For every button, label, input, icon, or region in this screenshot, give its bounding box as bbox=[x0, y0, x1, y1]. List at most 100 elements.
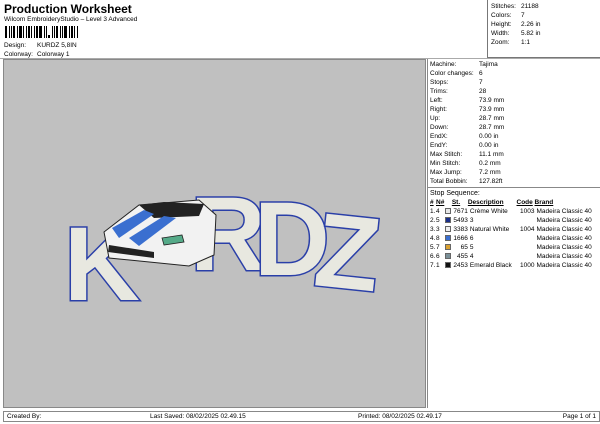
design-value: KURDZ 5,8IN bbox=[37, 42, 77, 49]
stat-value: 73.9 mm bbox=[479, 97, 505, 104]
barcode bbox=[5, 24, 97, 38]
stat-label: Up: bbox=[430, 115, 441, 122]
row-brand: Madeira Classic 40 bbox=[536, 235, 592, 242]
stat-row: Max Jump: 7.2 mm bbox=[430, 168, 600, 177]
barcode-bar bbox=[48, 35, 50, 38]
col-code: Code bbox=[516, 199, 533, 206]
stat-value: 11.1 mm bbox=[479, 151, 504, 158]
page-title: Production Worksheet bbox=[4, 2, 132, 16]
table-row: 3. 3 3383 Natural White 1004 Madeira Cla… bbox=[430, 225, 598, 234]
row-stitches: 65 bbox=[460, 244, 468, 251]
row-needle: 5 bbox=[436, 217, 440, 224]
stat-value: 127.82ft bbox=[479, 178, 503, 185]
table-row: 5. 7 65 5 Madeira Classic 40 bbox=[430, 243, 598, 252]
row-needle: 6 bbox=[436, 253, 440, 260]
row-brand: Madeira Classic 40 bbox=[536, 217, 592, 224]
row-code: 1000 bbox=[520, 262, 535, 269]
row-code bbox=[517, 234, 535, 243]
barcode-bar bbox=[69, 26, 70, 38]
color-swatch bbox=[445, 262, 452, 269]
color-swatch bbox=[445, 235, 452, 242]
col-brand: Brand bbox=[534, 199, 554, 206]
color-swatch bbox=[445, 244, 452, 251]
stat-row: Zoom: 1:1 bbox=[491, 38, 600, 47]
table-row: 2. 5 5493 3 Madeira Classic 40 bbox=[430, 216, 598, 225]
col-description: Description bbox=[467, 199, 504, 206]
col-stitches: St. bbox=[451, 199, 461, 206]
row-description: Emerald Black bbox=[469, 262, 512, 269]
row-stitches: 455 bbox=[457, 253, 468, 260]
stat-row: Total Bobbin: 127.82ft bbox=[430, 177, 600, 186]
stat-value: 1:1 bbox=[521, 39, 531, 46]
row-brand: Madeira Classic 40 bbox=[536, 253, 592, 260]
col-needle: N# bbox=[436, 199, 445, 206]
barcode-bar bbox=[71, 26, 73, 38]
letter-z: Z bbox=[310, 191, 386, 314]
stat-label: Color changes: bbox=[430, 70, 474, 77]
design-info: Design: KURDZ 5,8IN Colorway: Colorway 1 bbox=[4, 41, 77, 59]
stat-label: Total Bobbin: bbox=[430, 178, 468, 185]
stat-label: Zoom: bbox=[491, 39, 510, 46]
stat-row: Stitches: 21188 bbox=[491, 2, 600, 11]
row-brand: Madeira Classic 40 bbox=[536, 262, 592, 269]
stats-panel: Machine: Tajima Color changes: 6 Stops: 7 Trim… bbox=[427, 59, 600, 408]
stat-row: Colors: 7 bbox=[491, 11, 600, 20]
barcode-bar bbox=[60, 26, 61, 38]
last-saved: Last Saved: 08/02/2025 02.49.15 bbox=[150, 413, 246, 420]
row-description: 5 bbox=[469, 244, 474, 251]
page-number: Page 1 of 1 bbox=[562, 413, 596, 420]
stat-label: Left: bbox=[430, 97, 443, 104]
stat-row: Max Stitch: 11.1 mm bbox=[430, 150, 600, 159]
barcode-bar bbox=[39, 26, 42, 38]
design-preview: K R D Z bbox=[3, 59, 426, 408]
stat-label: EndY: bbox=[430, 142, 448, 149]
created-by: Created By: bbox=[7, 413, 42, 420]
row-stitches: 2453 bbox=[453, 262, 468, 269]
barcode-bar bbox=[64, 26, 67, 38]
row-stitches: 7671 bbox=[453, 208, 468, 215]
row-description: Crème White bbox=[469, 208, 508, 215]
stat-row: Height: 2.26 in bbox=[491, 20, 600, 29]
table-row: 1. 4 7671 Crème White 1003 Madeira Class… bbox=[430, 207, 598, 216]
stat-label: Machine: bbox=[430, 61, 457, 68]
row-needle: 8 bbox=[436, 235, 440, 242]
footer: Created By: Last Saved: 08/02/2025 02.49… bbox=[3, 411, 600, 422]
stat-label: Down: bbox=[430, 124, 449, 131]
machine-stats: Machine: Tajima Color changes: 6 Stops: 7 Trim… bbox=[428, 59, 600, 186]
software-subtitle: Wilcom EmbroideryStudio – Level 3 Advanc… bbox=[4, 16, 138, 23]
stat-label: Min Stitch: bbox=[430, 160, 461, 167]
stat-label: Width: bbox=[491, 30, 510, 37]
stat-row: Right: 73.9 mm bbox=[430, 105, 600, 114]
color-swatch bbox=[445, 253, 452, 260]
summary-box: Stitches: 21188 Colors: 7 Height: 2.26 in Widt… bbox=[487, 0, 600, 58]
stop-sequence-title: Stop Sequence: bbox=[430, 190, 480, 197]
barcode-bar bbox=[17, 26, 18, 38]
stat-label: Colors: bbox=[491, 12, 512, 19]
stat-value: 0.2 mm bbox=[479, 160, 501, 167]
stat-label: Max Jump: bbox=[430, 169, 462, 176]
stat-label: Stops: bbox=[430, 79, 449, 86]
stat-row: Left: 73.9 mm bbox=[430, 96, 600, 105]
row-stitches: 3383 bbox=[453, 226, 468, 233]
color-swatch bbox=[445, 208, 452, 215]
row-stitches: 1666 bbox=[453, 235, 468, 242]
row-code: 1004 bbox=[520, 226, 535, 233]
row-code: 1003 bbox=[520, 208, 535, 215]
row-brand: Madeira Classic 40 bbox=[536, 226, 592, 233]
stat-label: Trims: bbox=[430, 88, 448, 95]
stat-value: 28 bbox=[479, 88, 487, 95]
stop-sequence: Stop Sequence: # N# St. Description Code… bbox=[428, 187, 600, 271]
color-swatch bbox=[445, 226, 452, 233]
row-description: 3 bbox=[469, 217, 474, 224]
stat-value: 28.7 mm bbox=[479, 115, 505, 122]
stat-value: 0.00 in bbox=[479, 133, 499, 140]
row-needle: 3 bbox=[436, 226, 440, 233]
stat-value: 73.9 mm bbox=[479, 106, 505, 113]
barcode-bar bbox=[56, 26, 58, 38]
stat-value: 21188 bbox=[521, 3, 539, 10]
barcode-bar bbox=[77, 26, 78, 38]
barcode-bar bbox=[19, 26, 22, 38]
stat-value: 7 bbox=[479, 79, 483, 86]
row-stitches: 5493 bbox=[453, 217, 468, 224]
stat-row: Stops: 7 bbox=[430, 78, 600, 87]
